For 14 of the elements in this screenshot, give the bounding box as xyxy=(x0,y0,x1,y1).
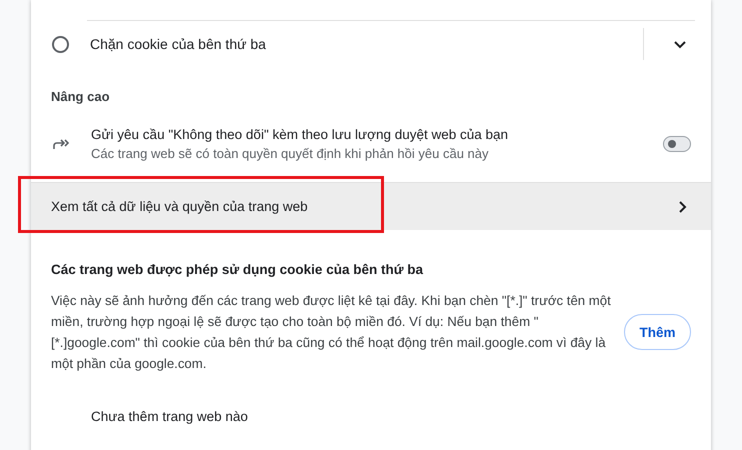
option-label: Chặn cookie của bên thứ ba xyxy=(90,36,267,52)
empty-list-text: Chưa thêm trang web nào xyxy=(90,408,249,424)
radio-button[interactable] xyxy=(52,36,69,52)
site-data-link[interactable]: Xem tất cả dữ liệu và quyền của trang web xyxy=(31,182,711,230)
description-paragraph: Việc này sẽ ảnh hưởng đến các trang web được liệt kê tại đây. Khi bạn chèn "[*.]" trước tên một miền, trường hợp ngoại lệ sẽ được tạo cho toàn bộ miền đó. Ví dụ: Nếu bạn thêm "[*.]google.com" thì cookie của bên thứ ba cũng có thể hoạt động trên mail.google.com vì đây là một phần của google.com. xyxy=(51,292,611,373)
forward-arrows-icon xyxy=(52,137,70,151)
section-heading: Các trang web được phép sử dụng cookie của bên thứ ba xyxy=(50,261,424,279)
section-heading: Nâng cao xyxy=(50,88,111,106)
setting-description: Các trang web sẽ có toàn quyền quyết định khi phản hồi yêu cầu này xyxy=(91,146,490,161)
expand-chevron-icon[interactable] xyxy=(673,40,687,48)
add-button[interactable]: Thêm xyxy=(624,314,691,350)
chevron-right-icon xyxy=(678,200,687,214)
toggle-switch[interactable] xyxy=(663,136,691,152)
setting-title: Gửi yêu cầu "Không theo dõi" kèm theo lưu lượng duyệt web của bạn xyxy=(91,127,510,142)
